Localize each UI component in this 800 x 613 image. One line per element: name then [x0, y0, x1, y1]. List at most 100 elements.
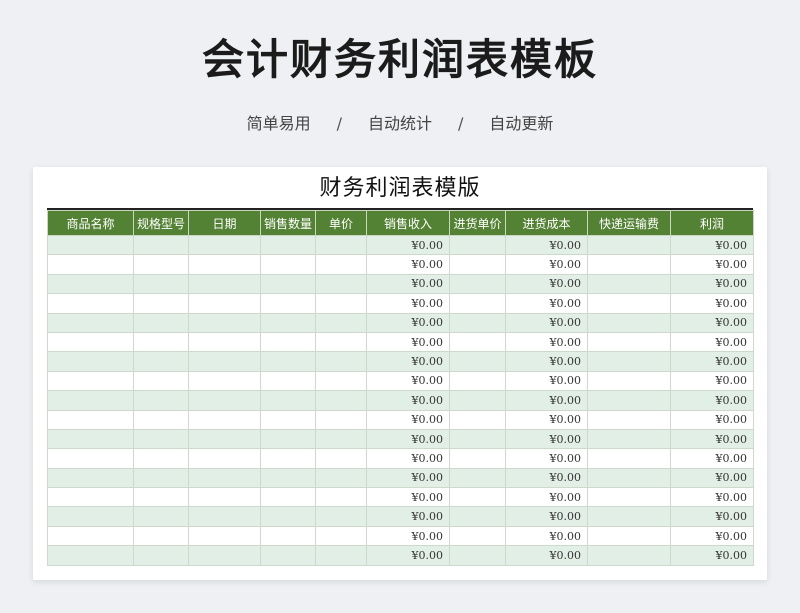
cell-product-name[interactable] — [47, 331, 134, 353]
cell-shipping-fee[interactable] — [587, 293, 671, 314]
cell-unit-price[interactable] — [315, 254, 367, 275]
cell-date[interactable] — [188, 467, 261, 489]
cell-product-name[interactable] — [47, 467, 134, 489]
cell-unit-price[interactable] — [315, 293, 367, 314]
cell-purchase-cost[interactable]: ¥0.00 — [505, 448, 588, 469]
cell-spec-model[interactable] — [133, 234, 189, 256]
cell-product-name[interactable] — [47, 234, 134, 256]
cell-sales-quantity[interactable] — [260, 234, 316, 256]
cell-unit-price[interactable] — [315, 525, 367, 547]
cell-unit-price[interactable] — [315, 234, 367, 256]
cell-purchase-cost[interactable]: ¥0.00 — [505, 234, 588, 256]
column-header-spec-model[interactable]: 规格型号 — [133, 210, 189, 236]
cell-date[interactable] — [188, 390, 261, 411]
cell-sales-revenue[interactable]: ¥0.00 — [366, 273, 450, 295]
column-header-product-name[interactable]: 商品名称 — [47, 210, 134, 236]
cell-profit[interactable]: ¥0.00 — [670, 545, 754, 566]
cell-shipping-fee[interactable] — [587, 448, 671, 469]
cell-date[interactable] — [188, 254, 261, 275]
cell-spec-model[interactable] — [133, 428, 189, 450]
cell-sales-revenue[interactable]: ¥0.00 — [366, 331, 450, 353]
cell-purchase-cost[interactable]: ¥0.00 — [505, 487, 588, 508]
cell-product-name[interactable] — [47, 254, 134, 275]
cell-profit[interactable]: ¥0.00 — [670, 273, 754, 295]
cell-spec-model[interactable] — [133, 293, 189, 314]
cell-shipping-fee[interactable] — [587, 525, 671, 547]
cell-shipping-fee[interactable] — [587, 545, 671, 566]
cell-product-name[interactable] — [47, 428, 134, 450]
cell-date[interactable] — [188, 273, 261, 295]
cell-purchase-cost[interactable]: ¥0.00 — [505, 331, 588, 353]
cell-profit[interactable]: ¥0.00 — [670, 370, 754, 392]
cell-spec-model[interactable] — [133, 487, 189, 508]
cell-profit[interactable]: ¥0.00 — [670, 467, 754, 489]
cell-shipping-fee[interactable] — [587, 273, 671, 295]
cell-shipping-fee[interactable] — [587, 487, 671, 508]
cell-sales-revenue[interactable]: ¥0.00 — [366, 487, 450, 508]
column-header-purchase-price[interactable]: 进货单价 — [449, 210, 506, 236]
cell-purchase-price[interactable] — [449, 467, 506, 489]
column-header-date[interactable]: 日期 — [188, 210, 261, 236]
cell-spec-model[interactable] — [133, 506, 189, 527]
cell-sales-quantity[interactable] — [260, 448, 316, 469]
cell-profit[interactable]: ¥0.00 — [670, 409, 754, 430]
cell-unit-price[interactable] — [315, 506, 367, 527]
cell-date[interactable] — [188, 351, 261, 372]
cell-product-name[interactable] — [47, 273, 134, 295]
cell-unit-price[interactable] — [315, 390, 367, 411]
column-header-unit-price[interactable]: 单价 — [315, 210, 367, 236]
cell-sales-revenue[interactable]: ¥0.00 — [366, 428, 450, 450]
cell-unit-price[interactable] — [315, 370, 367, 392]
cell-profit[interactable]: ¥0.00 — [670, 312, 754, 333]
cell-shipping-fee[interactable] — [587, 331, 671, 353]
cell-sales-revenue[interactable]: ¥0.00 — [366, 312, 450, 333]
cell-sales-quantity[interactable] — [260, 506, 316, 527]
cell-spec-model[interactable] — [133, 390, 189, 411]
cell-sales-quantity[interactable] — [260, 390, 316, 411]
cell-shipping-fee[interactable] — [587, 370, 671, 392]
cell-profit[interactable]: ¥0.00 — [670, 254, 754, 275]
cell-spec-model[interactable] — [133, 312, 189, 333]
cell-profit[interactable]: ¥0.00 — [670, 428, 754, 450]
cell-sales-revenue[interactable]: ¥0.00 — [366, 467, 450, 489]
cell-shipping-fee[interactable] — [587, 506, 671, 527]
cell-purchase-price[interactable] — [449, 506, 506, 527]
cell-purchase-cost[interactable]: ¥0.00 — [505, 293, 588, 314]
cell-shipping-fee[interactable] — [587, 234, 671, 256]
cell-spec-model[interactable] — [133, 525, 189, 547]
cell-sales-revenue[interactable]: ¥0.00 — [366, 370, 450, 392]
cell-purchase-price[interactable] — [449, 331, 506, 353]
cell-sales-revenue[interactable]: ¥0.00 — [366, 448, 450, 469]
cell-date[interactable] — [188, 293, 261, 314]
cell-spec-model[interactable] — [133, 351, 189, 372]
cell-shipping-fee[interactable] — [587, 428, 671, 450]
cell-sales-quantity[interactable] — [260, 331, 316, 353]
cell-spec-model[interactable] — [133, 545, 189, 566]
cell-product-name[interactable] — [47, 409, 134, 430]
cell-date[interactable] — [188, 448, 261, 469]
cell-unit-price[interactable] — [315, 448, 367, 469]
cell-shipping-fee[interactable] — [587, 254, 671, 275]
cell-purchase-cost[interactable]: ¥0.00 — [505, 545, 588, 566]
cell-shipping-fee[interactable] — [587, 467, 671, 489]
cell-sales-quantity[interactable] — [260, 467, 316, 489]
cell-product-name[interactable] — [47, 351, 134, 372]
cell-purchase-price[interactable] — [449, 234, 506, 256]
cell-spec-model[interactable] — [133, 370, 189, 392]
column-header-purchase-cost[interactable]: 进货成本 — [505, 210, 588, 236]
cell-profit[interactable]: ¥0.00 — [670, 351, 754, 372]
cell-purchase-price[interactable] — [449, 487, 506, 508]
cell-sales-revenue[interactable]: ¥0.00 — [366, 506, 450, 527]
cell-shipping-fee[interactable] — [587, 312, 671, 333]
cell-unit-price[interactable] — [315, 312, 367, 333]
cell-unit-price[interactable] — [315, 273, 367, 295]
cell-sales-revenue[interactable]: ¥0.00 — [366, 409, 450, 430]
cell-product-name[interactable] — [47, 525, 134, 547]
cell-profit[interactable]: ¥0.00 — [670, 390, 754, 411]
cell-product-name[interactable] — [47, 370, 134, 392]
cell-date[interactable] — [188, 525, 261, 547]
cell-profit[interactable]: ¥0.00 — [670, 525, 754, 547]
cell-product-name[interactable] — [47, 293, 134, 314]
cell-unit-price[interactable] — [315, 351, 367, 372]
cell-purchase-cost[interactable]: ¥0.00 — [505, 525, 588, 547]
